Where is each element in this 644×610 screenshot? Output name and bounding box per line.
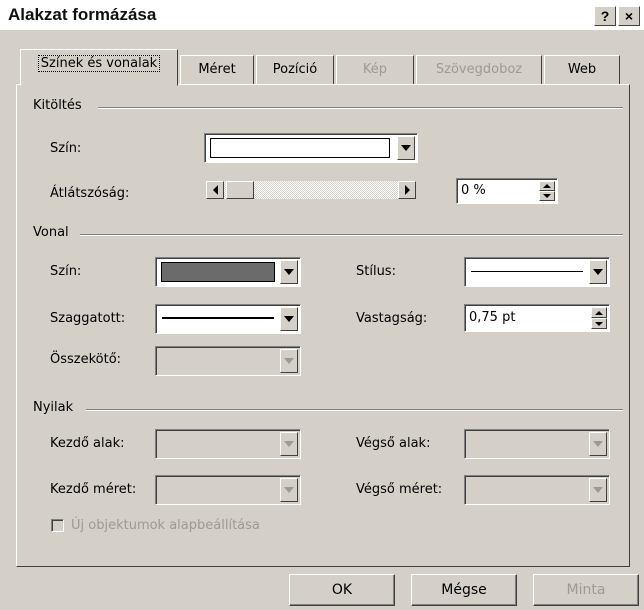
tab-label: Színek és vonalak <box>37 55 161 72</box>
chevron-down-icon[interactable] <box>280 307 298 331</box>
arrows-group-label: Nyilak <box>33 400 74 415</box>
begin-size-dropdown <box>155 475 301 505</box>
line-style-preview <box>471 271 583 272</box>
transparency-slider[interactable] <box>204 179 418 201</box>
end-size-label: Végső méret: <box>356 482 443 497</box>
line-weight-spinner[interactable]: 0,75 pt <box>464 304 610 332</box>
transparency-spinner[interactable]: 0 % <box>456 178 558 204</box>
chevron-down-icon[interactable] <box>397 136 415 160</box>
end-size-dropdown <box>464 475 610 505</box>
window-title: Alakzat formázása <box>8 5 157 24</box>
fill-group-divider <box>98 107 623 109</box>
line-color-swatch <box>161 262 275 282</box>
line-color-dropdown[interactable] <box>155 257 301 287</box>
dashed-label: Szaggatott: <box>50 311 126 326</box>
fill-group-label: Kitöltés <box>33 98 82 113</box>
default-checkbox <box>51 519 64 532</box>
connector-dropdown <box>155 346 301 376</box>
tab-colors-and-lines[interactable]: Színek és vonalak <box>20 49 178 86</box>
chevron-down-icon <box>589 478 607 502</box>
tab-label: Web <box>567 62 597 77</box>
spin-up-icon[interactable] <box>539 181 555 191</box>
begin-size-label: Kezdő méret: <box>50 482 137 497</box>
end-style-dropdown <box>464 429 610 459</box>
line-group-divider <box>80 234 623 236</box>
begin-style-label: Kezdő alak: <box>50 436 125 451</box>
dashed-preview <box>162 317 274 319</box>
spin-up-icon[interactable] <box>591 307 607 318</box>
fill-color-swatch <box>210 138 390 158</box>
cancel-button[interactable]: Mégse <box>411 574 517 606</box>
chevron-down-icon <box>280 478 298 502</box>
scroll-left-icon[interactable] <box>206 181 224 199</box>
line-style-label: Stílus: <box>356 264 396 279</box>
fill-color-dropdown[interactable] <box>204 133 418 163</box>
ok-button[interactable]: OK <box>289 574 395 606</box>
spin-down-icon[interactable] <box>591 318 607 329</box>
tab-size[interactable]: Méret <box>180 55 254 85</box>
arrows-group-divider <box>86 409 623 411</box>
chevron-down-icon[interactable] <box>589 260 607 284</box>
tab-textbox: Szövegdoboz <box>416 55 542 85</box>
transparency-label: Átlátszóság: <box>50 186 130 201</box>
dashed-dropdown[interactable] <box>155 304 301 334</box>
tab-label: Szövegdoboz <box>435 62 523 77</box>
tab-label: Pozíció <box>272 62 318 77</box>
tab-label: Kép <box>362 62 388 77</box>
line-color-label: Szín: <box>50 264 82 279</box>
scroll-right-icon[interactable] <box>398 181 416 199</box>
connector-label: Összekötő: <box>50 352 122 367</box>
line-group-label: Vonal <box>33 225 69 240</box>
line-weight-value: 0,75 pt <box>469 310 516 325</box>
chevron-down-icon <box>280 432 298 456</box>
chevron-down-icon[interactable] <box>280 260 298 284</box>
chevron-down-icon <box>589 432 607 456</box>
begin-style-dropdown <box>155 429 301 459</box>
tab-label: Méret <box>198 62 236 77</box>
transparency-value: 0 % <box>461 183 486 198</box>
spin-down-icon[interactable] <box>539 191 555 201</box>
line-weight-label: Vastagság: <box>356 311 428 326</box>
preview-button: Minta <box>533 574 639 606</box>
tab-web[interactable]: Web <box>544 55 620 85</box>
fill-color-label: Szín: <box>50 141 82 156</box>
slider-thumb[interactable] <box>226 181 254 199</box>
close-button[interactable]: × <box>618 6 640 26</box>
tab-position[interactable]: Pozíció <box>256 55 334 85</box>
default-checkbox-label: Új objektumok alapbeállítása <box>71 518 260 533</box>
end-style-label: Végső alak: <box>356 436 431 451</box>
line-style-dropdown[interactable] <box>464 257 610 287</box>
tab-picture: Kép <box>336 55 414 85</box>
help-button[interactable]: ? <box>594 6 616 26</box>
chevron-down-icon <box>280 349 298 373</box>
